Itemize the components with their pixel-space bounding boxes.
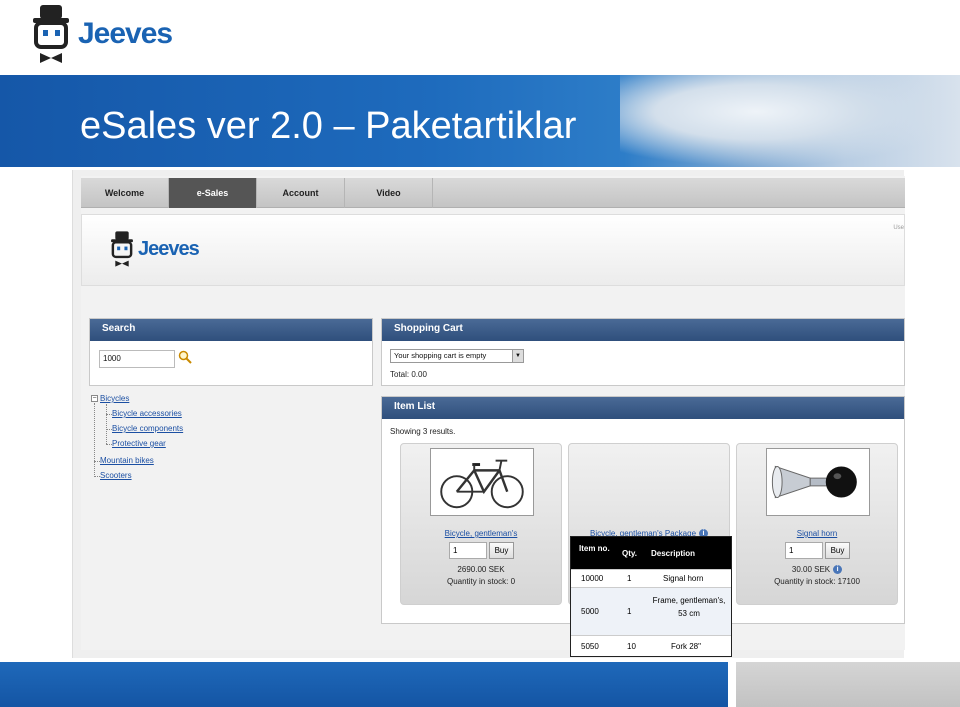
product-stock: Quantity in stock: 0 bbox=[446, 577, 516, 586]
category-bicycle-accessories[interactable]: Bicycle accessories bbox=[112, 409, 182, 418]
search-icon[interactable] bbox=[178, 350, 192, 364]
row-qty: 1 bbox=[627, 607, 632, 616]
jeeves-logo: Jeeves bbox=[28, 2, 173, 66]
tab-video[interactable]: Video bbox=[345, 178, 433, 208]
product-card: Signal horn 1 Buy 30.00 SEK i Quantity in… bbox=[736, 443, 898, 605]
product-name-link[interactable]: Bicycle, gentleman's bbox=[401, 529, 561, 538]
banner-photo bbox=[620, 75, 960, 167]
product-price: 2690.00 SEK bbox=[457, 565, 505, 574]
butler-icon bbox=[111, 231, 133, 267]
row-qty: 10 bbox=[627, 642, 636, 651]
tab-welcome[interactable]: Welcome bbox=[81, 178, 169, 208]
footer-accent bbox=[736, 662, 960, 707]
col-item-no: Item no. bbox=[579, 544, 610, 553]
table-row: 5000 1 Frame, gentleman's, 53 cm bbox=[571, 587, 731, 635]
bicycle-icon bbox=[440, 459, 524, 509]
bicycle-image[interactable] bbox=[430, 448, 534, 516]
row-item-no: 10000 bbox=[581, 574, 604, 583]
chevron-down-icon[interactable]: ▼ bbox=[512, 350, 523, 362]
store-logo[interactable]: Jeeves bbox=[108, 229, 200, 269]
buy-button[interactable]: Buy bbox=[825, 542, 850, 559]
category-bicycles[interactable]: Bicycles bbox=[100, 394, 129, 403]
shopping-cart-panel: Shopping Cart Your shopping cart is empt… bbox=[381, 318, 905, 386]
product-price: 30.00 SEK i bbox=[737, 565, 897, 575]
logo-text: Jeeves bbox=[78, 17, 173, 50]
product-stock: Quantity in stock: 17100 bbox=[774, 577, 860, 586]
cart-total: Total: 0.00 bbox=[390, 370, 427, 379]
horn-icon bbox=[771, 465, 857, 499]
product-card: Bicycle, gentleman's 1 Buy 2690.00 SEK Q… bbox=[400, 443, 562, 605]
footer-bar bbox=[0, 662, 728, 707]
slide-title: eSales ver 2.0 – Paketartiklar bbox=[80, 105, 577, 147]
row-qty: 1 bbox=[627, 574, 632, 583]
cart-dropdown-value: Your shopping cart is empty bbox=[394, 351, 487, 360]
tab-esales[interactable]: e-Sales bbox=[169, 178, 257, 208]
table-header: Item no. Qty. Description bbox=[571, 537, 731, 569]
item-list-title: Item List bbox=[382, 397, 904, 419]
price-value: 30.00 SEK bbox=[791, 565, 831, 574]
product-name-link[interactable]: Signal horn bbox=[797, 529, 837, 538]
top-nav: Welcome e-Sales Account Video bbox=[81, 178, 905, 208]
quantity-input[interactable]: 1 bbox=[449, 542, 487, 559]
category-bicycle-components[interactable]: Bicycle components bbox=[112, 424, 183, 433]
results-count: Showing 3 results. bbox=[390, 427, 456, 436]
app-screenshot: Welcome e-Sales Account Video Jeeves Use… bbox=[72, 170, 905, 658]
butler-icon bbox=[33, 5, 69, 63]
buy-button[interactable]: Buy bbox=[489, 542, 514, 559]
cart-dropdown[interactable]: Your shopping cart is empty ▼ bbox=[390, 349, 524, 363]
table-row: 5050 10 Fork 28" bbox=[571, 635, 731, 656]
collapse-icon[interactable]: − bbox=[91, 395, 98, 402]
row-description: Frame, gentleman's, 53 cm bbox=[652, 596, 726, 618]
search-panel: Search 1000 bbox=[89, 318, 373, 386]
row-item-no: 5050 bbox=[581, 642, 599, 651]
category-protective-gear[interactable]: Protective gear bbox=[112, 439, 166, 448]
tab-account[interactable]: Account bbox=[257, 178, 345, 208]
search-input[interactable]: 1000 bbox=[99, 350, 175, 368]
category-mountain-bikes[interactable]: Mountain bikes bbox=[100, 456, 154, 465]
row-description: Signal horn bbox=[663, 574, 704, 583]
store-header: Jeeves Use bbox=[81, 214, 905, 286]
row-description: Fork 28" bbox=[671, 642, 701, 651]
col-description: Description bbox=[651, 549, 696, 558]
product-name: Signal horn bbox=[737, 529, 897, 538]
category-scooters[interactable]: Scooters bbox=[100, 471, 132, 480]
search-panel-title: Search bbox=[90, 319, 372, 341]
store-logo-text: Jeeves bbox=[138, 237, 200, 260]
row-item-no: 5000 bbox=[581, 607, 599, 616]
user-label[interactable]: Use bbox=[893, 225, 904, 231]
slide: Jeeves eSales ver 2.0 – Paketartiklar We… bbox=[0, 0, 960, 707]
cart-panel-title: Shopping Cart bbox=[382, 319, 904, 341]
col-qty: Qty. bbox=[622, 549, 637, 558]
table-row: 10000 1 Signal horn bbox=[571, 569, 731, 587]
quantity-input[interactable]: 1 bbox=[785, 542, 823, 559]
signal-horn-image[interactable] bbox=[766, 448, 870, 516]
info-icon[interactable]: i bbox=[833, 565, 843, 575]
app-window: Welcome e-Sales Account Video Jeeves Use… bbox=[81, 176, 905, 650]
package-contents-table: Item no. Qty. Description 10000 1 Signal… bbox=[570, 536, 732, 657]
